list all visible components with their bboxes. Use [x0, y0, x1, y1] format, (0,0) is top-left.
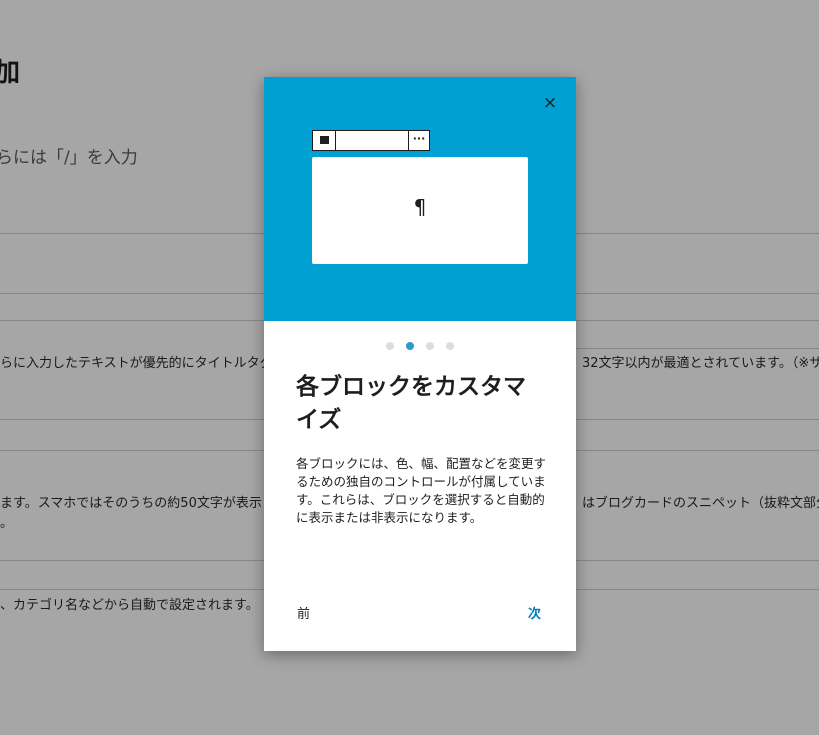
close-icon[interactable]: ×: [540, 93, 560, 113]
page-dot-4[interactable]: [446, 342, 454, 350]
guide-title: 各ブロックをカスタマイズ: [296, 374, 526, 433]
toolbar-controls: [336, 131, 409, 150]
page-dot-2[interactable]: [406, 342, 414, 350]
page-dot-3[interactable]: [426, 342, 434, 350]
block-toolbar-illustration: ···: [312, 130, 430, 151]
page-dot-1[interactable]: [386, 342, 394, 350]
next-button[interactable]: 次: [528, 603, 541, 622]
more-options-icon: ···: [412, 132, 426, 145]
page-indicator: [264, 342, 576, 350]
block-type-icon: [313, 131, 336, 150]
guide-illustration: × ··· ¶: [264, 77, 576, 321]
pilcrow-icon: ¶: [413, 195, 427, 219]
welcome-guide-modal: × ··· ¶ 各ブロックをカスタマイズ 各ブロックには、色、幅、配置などを変更…: [264, 77, 576, 651]
previous-button[interactable]: 前: [297, 603, 310, 622]
guide-description: 各ブロックには、色、幅、配置などを変更するための独自のコントロールが付属していま…: [296, 456, 547, 525]
paragraph-block-illustration: ¶: [312, 157, 528, 264]
